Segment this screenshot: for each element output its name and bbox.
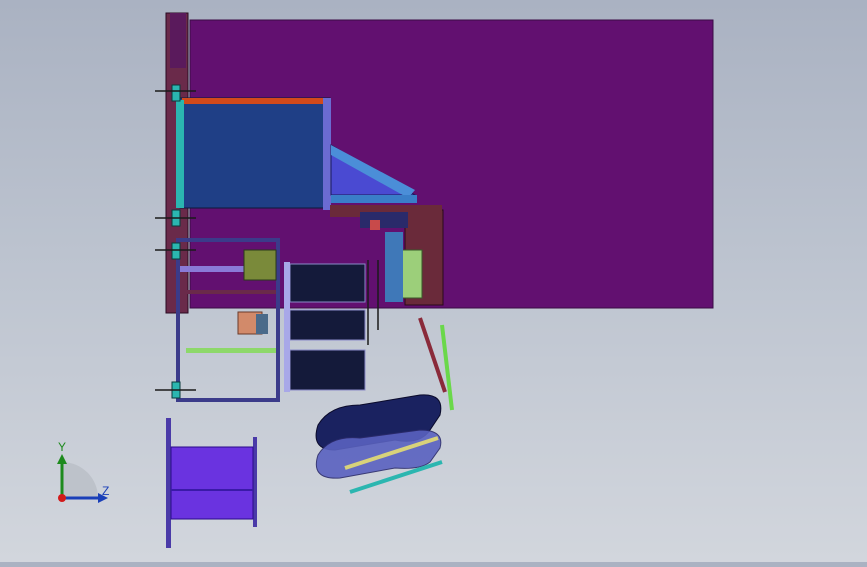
blade-stack[interactable] xyxy=(284,262,366,392)
track-belt[interactable] xyxy=(315,394,442,479)
z-axis-label: Z xyxy=(102,484,110,498)
triad-graphic xyxy=(57,454,108,503)
cad-viewport[interactable]: Y Z xyxy=(0,0,867,562)
model-view[interactable] xyxy=(0,0,867,562)
motor[interactable] xyxy=(243,249,277,281)
link-rod-2[interactable] xyxy=(440,324,454,411)
axis-triad: Y Z xyxy=(40,440,130,520)
hopper[interactable] xyxy=(179,97,331,209)
spool-wheel[interactable] xyxy=(166,418,257,548)
y-axis-label: Y xyxy=(58,440,67,454)
